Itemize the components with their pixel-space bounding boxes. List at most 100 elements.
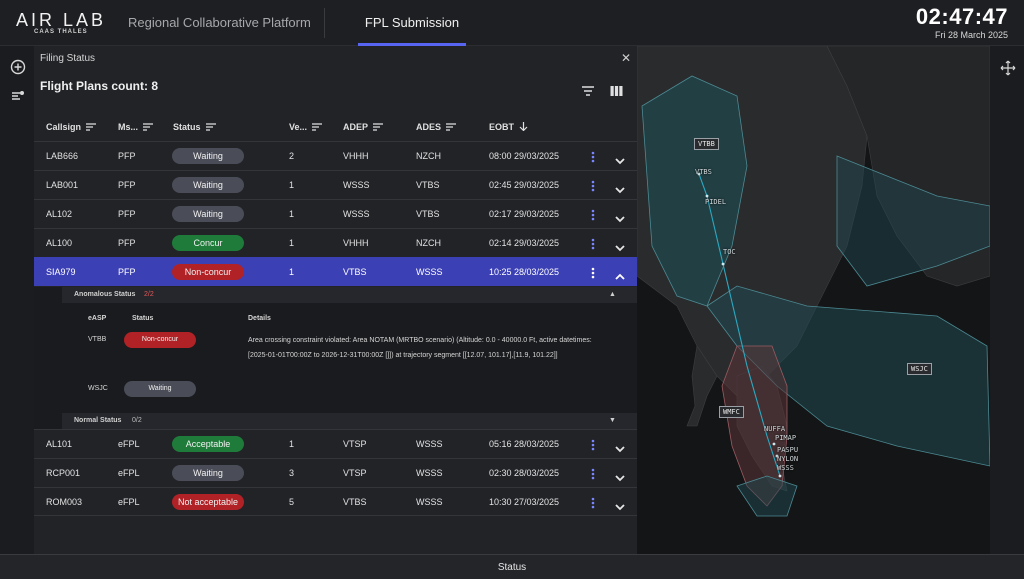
anomalous-status-header[interactable]: Anomalous Status 2/2 ▲	[62, 287, 637, 303]
clock-date: Fri 28 March 2025	[934, 30, 1008, 40]
status-badge: Concur	[172, 235, 244, 251]
eobt-cell: 05:16 28/03/2025	[489, 439, 560, 449]
filing-list-icon[interactable]	[10, 88, 26, 104]
version-cell: 1	[289, 267, 295, 277]
message-type-cell: eFPL	[118, 439, 140, 449]
filing-status-panel: Filing Status ✕ Flight Plans count: 8 Ca…	[34, 46, 637, 554]
more-options-icon[interactable]	[591, 237, 595, 250]
columns-icon[interactable]	[610, 84, 623, 96]
ades-cell: VTBS	[416, 180, 440, 190]
filter-icon[interactable]	[581, 84, 595, 96]
sort-icon[interactable]	[86, 123, 97, 133]
column-header-adep[interactable]: ADEP	[343, 122, 384, 133]
sort-icon[interactable]	[373, 123, 384, 133]
message-type-cell: eFPL	[118, 497, 140, 507]
chevron-down-icon[interactable]	[615, 469, 625, 482]
anomalous-status-label: Anomalous Status	[74, 291, 136, 298]
column-header-status[interactable]: Status	[173, 122, 216, 133]
chevron-down-icon[interactable]	[615, 239, 625, 252]
status-badge: Waiting	[172, 177, 244, 193]
more-options-icon[interactable]	[591, 266, 595, 279]
column-header-msg[interactable]: Ms...	[118, 122, 154, 133]
chevron-down-icon[interactable]	[615, 440, 625, 453]
map-label-nuffa: NUFFA	[764, 425, 786, 433]
chevron-down-icon[interactable]	[615, 210, 625, 223]
adep-cell: VTSP	[343, 439, 367, 449]
message-type-cell: PFP	[118, 238, 136, 248]
easp-cell: WSJC	[88, 385, 108, 392]
table-row-selected[interactable]: SIA979 PFP Non-concur 1 VTBS WSSS 10:25 …	[34, 257, 637, 286]
normal-count: 0/2	[132, 417, 142, 424]
more-options-icon[interactable]	[591, 438, 595, 451]
map-canvas[interactable]	[637, 46, 990, 554]
table-row[interactable]: AL102 PFP Waiting 1 WSSS VTBS 02:17 29/0…	[34, 199, 637, 228]
chevron-down-icon[interactable]	[615, 498, 625, 511]
adep-cell: VTBS	[343, 267, 367, 277]
panel-title: Filing Status	[40, 53, 96, 64]
airlab-logo: AIR LAB CAAS THALES	[16, 10, 114, 38]
more-options-icon[interactable]	[591, 467, 595, 480]
tab-fpl-submission[interactable]: FPL Submission	[358, 0, 466, 46]
column-header-version[interactable]: Ve...	[289, 122, 323, 133]
chevron-up-icon[interactable]	[615, 268, 625, 280]
chevron-down-icon[interactable]	[615, 152, 625, 165]
message-type-cell: PFP	[118, 151, 136, 161]
version-cell: 5	[289, 497, 295, 507]
map-label-nylon: NYLON	[777, 455, 799, 463]
right-rail	[990, 46, 1024, 554]
column-header-ades[interactable]: ADES	[416, 122, 457, 133]
status-column-header: Status	[132, 315, 154, 322]
move-icon[interactable]	[1000, 60, 1016, 76]
status-bar-label: Status	[497, 562, 527, 573]
sort-arrow-icon[interactable]	[519, 122, 528, 133]
callsign-cell: RCP001	[46, 468, 81, 478]
adep-cell: VHHH	[343, 238, 369, 248]
more-options-icon[interactable]	[591, 179, 595, 192]
more-options-icon[interactable]	[591, 150, 595, 163]
sort-icon[interactable]	[312, 123, 323, 133]
table-row[interactable]: AL100 PFP Concur 1 VHHH NZCH 02:14 29/03…	[34, 228, 637, 257]
map-view[interactable]: VTBB VTBS PIDEL TOC WMFC WSJC NUFFA PIMA…	[637, 46, 990, 554]
more-options-icon[interactable]	[591, 208, 595, 221]
eobt-cell: 02:45 29/03/2025	[489, 180, 560, 190]
chevron-down-icon[interactable]	[615, 181, 625, 194]
status-bar[interactable]: Status	[0, 554, 1024, 579]
close-icon[interactable]: ✕	[621, 51, 631, 65]
eobt-cell: 02:17 29/03/2025	[489, 209, 560, 219]
callsign-cell: AL102	[46, 209, 73, 219]
logo-text: AIR LAB	[16, 10, 107, 30]
ades-cell: NZCH	[416, 238, 441, 248]
more-options-icon[interactable]	[591, 496, 595, 509]
callsign-cell: SIA979	[46, 267, 76, 277]
table-row[interactable]: ROM003 eFPL Not acceptable 5 VTBS WSSS 1…	[34, 487, 637, 516]
status-badge: Non-concur	[124, 332, 196, 348]
ades-cell: WSSS	[416, 267, 443, 277]
sort-icon[interactable]	[205, 123, 216, 133]
map-label-vtbb: VTBB	[694, 138, 719, 150]
column-header-eobt[interactable]: EOBT	[489, 122, 528, 133]
eobt-cell: 02:14 29/03/2025	[489, 238, 560, 248]
anomalous-count: 2/2	[144, 291, 154, 298]
table-row[interactable]: RCP001 eFPL Waiting 3 VTSP WSSS 02:30 28…	[34, 458, 637, 487]
version-cell: 1	[289, 180, 295, 190]
add-circle-icon[interactable]	[10, 59, 26, 75]
map-label-vtbs: VTBS	[695, 168, 712, 176]
normal-status-header[interactable]: Normal Status 0/2 ▼	[62, 413, 637, 429]
callsign-cell: LAB666	[46, 151, 79, 161]
table-row[interactable]: LAB001 PFP Waiting 1 WSSS VTBS 02:45 29/…	[34, 170, 637, 199]
status-badge: Acceptable	[172, 436, 244, 452]
callsign-cell: AL100	[46, 238, 73, 248]
adep-cell: VTSP	[343, 468, 367, 478]
version-cell: 2	[289, 151, 295, 161]
caret-down-icon[interactable]: ▼	[609, 417, 616, 424]
table-row[interactable]: LAB666 PFP Waiting 2 VHHH NZCH 08:00 29/…	[34, 141, 637, 170]
table-row[interactable]: AL101 eFPL Acceptable 1 VTSP WSSS 05:16 …	[34, 429, 637, 458]
caret-up-icon[interactable]: ▲	[609, 291, 616, 298]
ades-cell: VTBS	[416, 209, 440, 219]
status-badge: Not acceptable	[172, 494, 244, 510]
sort-icon[interactable]	[446, 123, 457, 133]
column-header-callsign[interactable]: Callsign	[46, 122, 97, 133]
version-cell: 1	[289, 209, 295, 219]
version-cell: 3	[289, 468, 295, 478]
sort-icon[interactable]	[143, 123, 154, 133]
